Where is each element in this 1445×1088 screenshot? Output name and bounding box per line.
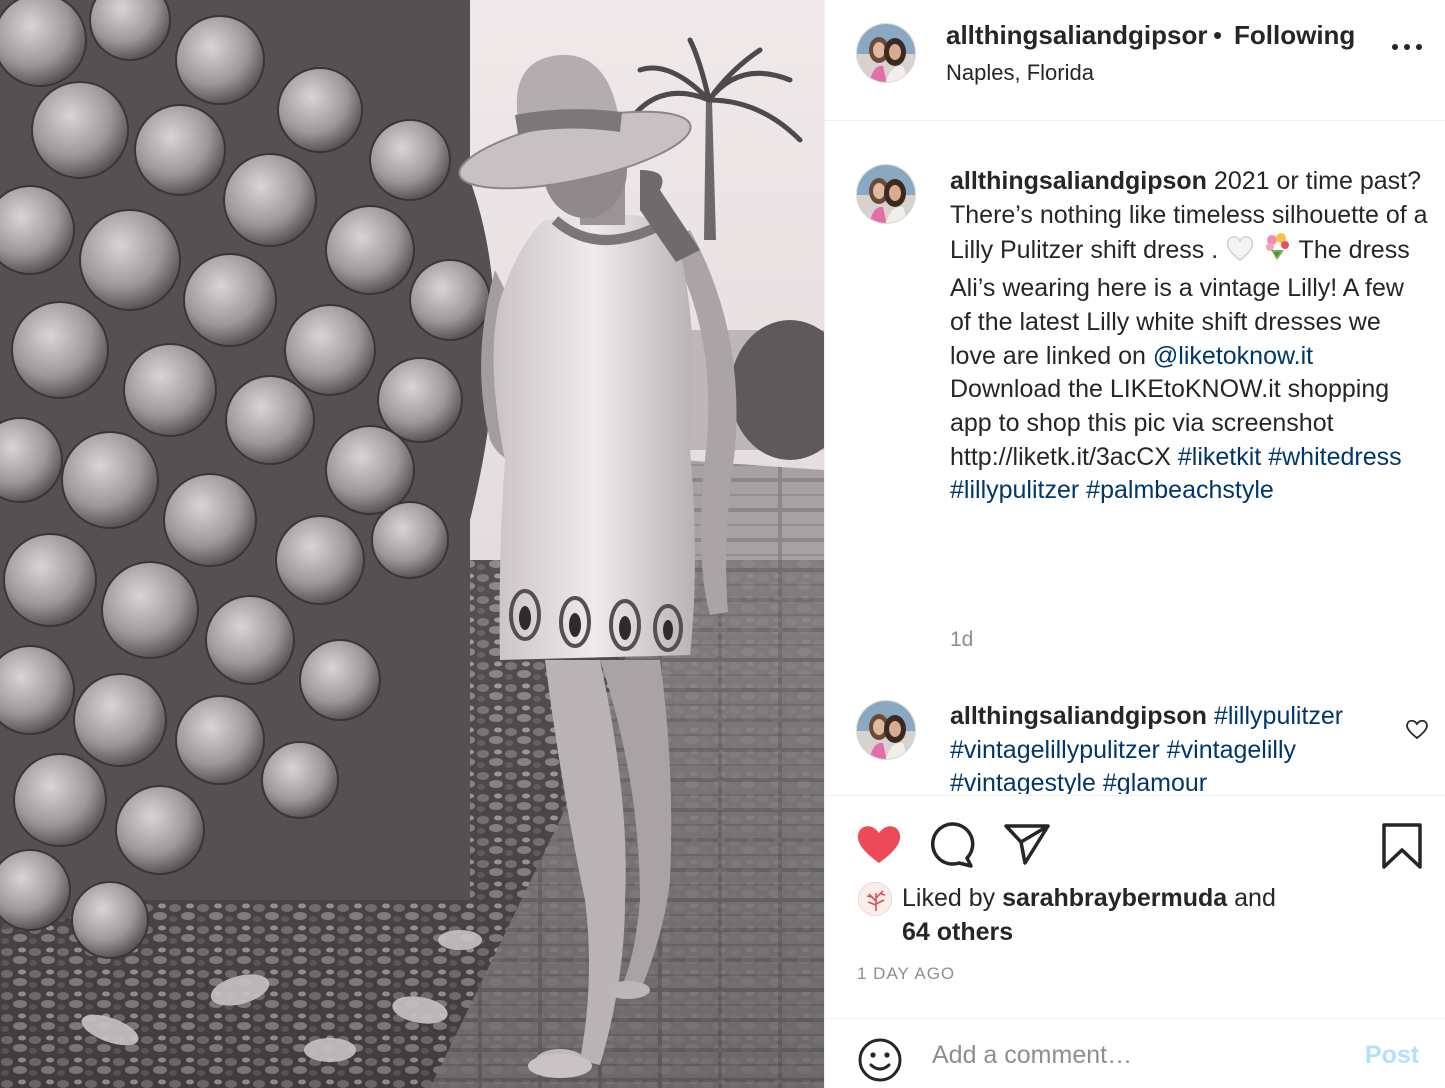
comment-like-icon[interactable] bbox=[1405, 718, 1429, 745]
avatar-image bbox=[857, 701, 915, 759]
header-separator: • bbox=[1213, 20, 1223, 50]
hashtag-link[interactable]: #palmbeachstyle bbox=[1086, 476, 1274, 504]
hashtag-link[interactable]: #lillypulitzer bbox=[1214, 702, 1343, 730]
add-comment-bar: Add a comment… Post bbox=[825, 1018, 1445, 1088]
liked-by-label: Liked by bbox=[902, 884, 996, 912]
bouquet-icon bbox=[1262, 232, 1292, 272]
following-button[interactable]: Following bbox=[1234, 20, 1355, 51]
hashtag-link[interactable]: #vintagestyle bbox=[950, 769, 1096, 794]
hashtag-link[interactable]: #lillypulitzer bbox=[950, 476, 1079, 504]
post-actions: Liked by sarahbraybermuda and 64 others … bbox=[825, 795, 1445, 1088]
comment-icon[interactable] bbox=[929, 822, 977, 873]
add-comment-input[interactable]: Add a comment… bbox=[932, 1041, 1132, 1070]
post-header: allthingsaliandgipsor • Following Naples… bbox=[825, 0, 1445, 121]
liked-by-user[interactable]: sarahbraybermuda bbox=[1002, 884, 1227, 912]
liker-avatar[interactable] bbox=[858, 882, 892, 916]
liked-others-count[interactable]: 64 others bbox=[902, 918, 1013, 946]
white-heart-icon bbox=[1225, 234, 1255, 272]
more-icon[interactable] bbox=[1391, 36, 1423, 56]
author-username[interactable]: allthingsaliandgipsor bbox=[946, 20, 1208, 51]
hashtag-link[interactable]: #whitedress bbox=[1268, 443, 1401, 471]
post-time-ago[interactable]: 1 DAY AGO bbox=[857, 964, 955, 984]
hashtag-link[interactable]: #vintagelilly bbox=[1167, 736, 1296, 764]
post-caption: allthingsaliandgipson 2021 or time past?… bbox=[950, 165, 1430, 508]
caption-timestamp[interactable]: 1d bbox=[950, 628, 973, 652]
post-detail-panel: allthingsaliandgipsor • Following Naples… bbox=[824, 0, 1445, 1088]
heart-icon[interactable] bbox=[855, 822, 903, 871]
hashtag-link[interactable]: #vintagelillypulitzer bbox=[950, 736, 1160, 764]
likes-summary: Liked by sarahbraybermuda and 64 others bbox=[902, 882, 1342, 949]
comments-list[interactable]: allthingsaliandgipson 2021 or time past?… bbox=[825, 122, 1445, 794]
hashtag-link[interactable]: #glamour bbox=[1103, 769, 1207, 794]
post-location[interactable]: Naples, Florida bbox=[946, 60, 1094, 86]
author-avatar[interactable] bbox=[856, 23, 916, 83]
hashtag-link[interactable]: #liketkit bbox=[1178, 443, 1261, 471]
comment-item: allthingsaliandgipson #lillypulitzer #vi… bbox=[950, 700, 1400, 794]
avatar-image bbox=[857, 24, 915, 82]
smiley-icon[interactable] bbox=[857, 1037, 903, 1088]
avatar-image bbox=[857, 165, 915, 223]
share-icon[interactable] bbox=[1003, 822, 1051, 871]
post-photo[interactable] bbox=[0, 0, 824, 1088]
caption-username[interactable]: allthingsaliandgipson bbox=[950, 167, 1207, 195]
bookmark-icon[interactable] bbox=[1381, 822, 1423, 875]
photo-image bbox=[0, 0, 824, 1088]
post-comment-button[interactable]: Post bbox=[1365, 1041, 1419, 1070]
mention-link[interactable]: @liketoknow.it bbox=[1153, 342, 1313, 370]
comment-username[interactable]: allthingsaliandgipson bbox=[950, 702, 1207, 730]
comment-author-avatar[interactable] bbox=[856, 700, 916, 760]
caption-author-avatar[interactable] bbox=[856, 164, 916, 224]
avatar-image bbox=[859, 883, 891, 915]
caption-text: 2021 or time past? bbox=[1213, 167, 1421, 195]
liked-and-label: and bbox=[1234, 884, 1276, 912]
